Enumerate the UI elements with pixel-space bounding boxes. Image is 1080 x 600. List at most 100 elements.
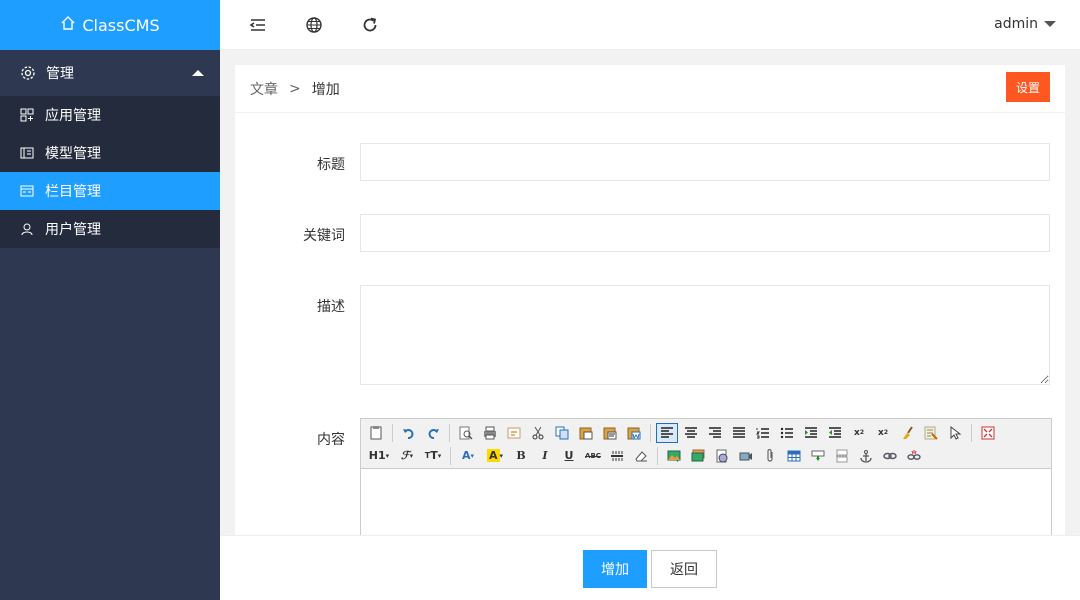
toolbar-separator	[392, 423, 393, 442]
username: admin	[994, 16, 1038, 32]
title-input[interactable]	[360, 143, 1050, 181]
content-card: 文章 > 增加 设置 标题 关键词 描述 内容 x 2 x 2 H1 ▾ ℱ ▾…	[235, 65, 1065, 600]
fullscreen-icon[interactable]	[977, 423, 999, 443]
title-label: 标题	[317, 157, 345, 173]
indent-icon[interactable]	[800, 423, 822, 443]
channel-icon	[20, 184, 34, 198]
preview-icon[interactable]	[455, 423, 477, 443]
user-menu[interactable]: admin	[994, 16, 1056, 32]
align-right-icon[interactable]	[704, 423, 726, 443]
sidebar-item-channels[interactable]: 栏目管理	[0, 172, 220, 210]
settings-button[interactable]: 设置	[1006, 72, 1050, 102]
font-color-icon[interactable]: A ▾	[456, 446, 480, 466]
page-break-icon[interactable]	[831, 446, 853, 466]
toolbar-separator	[971, 423, 972, 442]
sidebar: ClassCMS 管理 应用管理 模型管理 栏目管理 用户管理	[0, 0, 220, 600]
breadcrumb-parent[interactable]: 文章	[250, 79, 278, 99]
apps-icon	[20, 108, 34, 122]
editor-toolbar-row: x2 x2	[365, 421, 1047, 444]
font-size-icon[interactable]: T T ▾	[421, 446, 445, 466]
paste-word-icon[interactable]	[623, 423, 645, 443]
cut-icon[interactable]	[527, 423, 549, 443]
home-icon	[60, 15, 76, 35]
subscript-icon[interactable]: x2	[848, 423, 870, 443]
font-color-label: A	[461, 449, 471, 462]
paste-icon[interactable]	[575, 423, 597, 443]
redo-icon[interactable]	[422, 423, 444, 443]
heading-dropdown[interactable]: H1 ▾	[365, 446, 393, 466]
media-icon[interactable]	[735, 446, 757, 466]
sidebar-submenu: 应用管理 模型管理 栏目管理 用户管理	[0, 96, 220, 248]
cursor-icon[interactable]	[944, 423, 966, 443]
menu-collapse-icon[interactable]	[249, 16, 267, 34]
insert-image-icon[interactable]	[663, 446, 685, 466]
add-button[interactable]: 增加	[583, 550, 647, 588]
align-left-icon[interactable]	[656, 422, 678, 443]
highlight-color-icon[interactable]: A ▾	[482, 446, 508, 466]
anchor-icon[interactable]	[855, 446, 877, 466]
sidebar-item-label: 应用管理	[45, 108, 101, 124]
app-logo[interactable]: ClassCMS	[0, 0, 220, 50]
select-all-icon[interactable]	[920, 423, 942, 443]
breadcrumb-current: 增加	[311, 81, 340, 98]
keywords-input[interactable]	[360, 214, 1050, 252]
back-button[interactable]: 返回	[651, 550, 717, 588]
content-label: 内容	[317, 432, 345, 448]
toolbar-separator	[657, 446, 658, 465]
refresh-icon[interactable]	[361, 16, 379, 34]
sidebar-item-label: 栏目管理	[45, 184, 101, 200]
undo-icon[interactable]	[398, 423, 420, 443]
eraser-icon[interactable]	[630, 446, 652, 466]
link-icon[interactable]	[879, 446, 901, 466]
gear-icon	[20, 65, 36, 81]
highlight-color-label: A	[486, 449, 500, 462]
attachment-icon[interactable]	[759, 446, 781, 466]
print-icon[interactable]	[479, 423, 501, 443]
app-title: ClassCMS	[82, 15, 160, 35]
insert-code-icon[interactable]	[807, 446, 829, 466]
heading-dropdown-label: H1	[368, 449, 386, 462]
sidebar-item-apps[interactable]: 应用管理	[0, 96, 220, 134]
horizontal-rule-icon[interactable]	[606, 446, 628, 466]
align-center-icon[interactable]	[680, 423, 702, 443]
breadcrumb: 文章 > 增加	[235, 65, 1065, 113]
font-family-icon[interactable]: ℱ ▾	[395, 446, 419, 466]
clear-format-icon[interactable]	[896, 423, 918, 443]
toolbar-separator	[650, 423, 651, 442]
toolbar-separator	[450, 446, 451, 465]
italic-icon[interactable]: I	[534, 446, 556, 466]
sidebar-item-label: 用户管理	[45, 222, 101, 238]
globe-icon[interactable]	[305, 16, 323, 34]
bottom-action-bar: 增加 返回	[220, 535, 1080, 600]
description-textarea[interactable]	[360, 285, 1050, 385]
template-icon[interactable]	[503, 423, 525, 443]
sidebar-item-models[interactable]: 模型管理	[0, 134, 220, 172]
paste-text-icon[interactable]	[599, 423, 621, 443]
editor-toolbar-row: H1 ▾ ℱ ▾ T T ▾ A ▾ A ▾ B I U ABC	[365, 444, 1047, 467]
source-icon[interactable]	[365, 423, 387, 443]
description-label: 描述	[317, 299, 345, 315]
flash-icon[interactable]	[711, 446, 733, 466]
underline-icon[interactable]: U	[558, 446, 580, 466]
keywords-label: 关键词	[303, 228, 345, 244]
copy-icon[interactable]	[551, 423, 573, 443]
table-icon[interactable]	[783, 446, 805, 466]
outdent-icon[interactable]	[824, 423, 846, 443]
sidebar-item-users[interactable]: 用户管理	[0, 210, 220, 248]
sidebar-section-label: 管理	[46, 66, 74, 82]
unordered-list-icon[interactable]	[776, 423, 798, 443]
multi-image-icon[interactable]	[687, 446, 709, 466]
model-icon	[20, 146, 34, 160]
superscript-icon[interactable]: x2	[872, 423, 894, 443]
ordered-list-icon[interactable]	[752, 423, 774, 443]
strikethrough-icon[interactable]: ABC	[582, 446, 604, 466]
bold-icon[interactable]: B	[510, 446, 532, 466]
breadcrumb-separator: >	[289, 80, 301, 97]
unlink-icon[interactable]	[903, 446, 925, 466]
align-justify-icon[interactable]	[728, 423, 750, 443]
editor-toolbar: x2 x2 H1 ▾ ℱ ▾ T T ▾ A ▾ A ▾ B I U ABC	[361, 419, 1051, 469]
toolbar-separator	[449, 423, 450, 442]
caret-down-icon	[1044, 21, 1056, 27]
sidebar-item-label: 模型管理	[45, 146, 101, 162]
sidebar-section-manage[interactable]: 管理	[0, 50, 220, 96]
